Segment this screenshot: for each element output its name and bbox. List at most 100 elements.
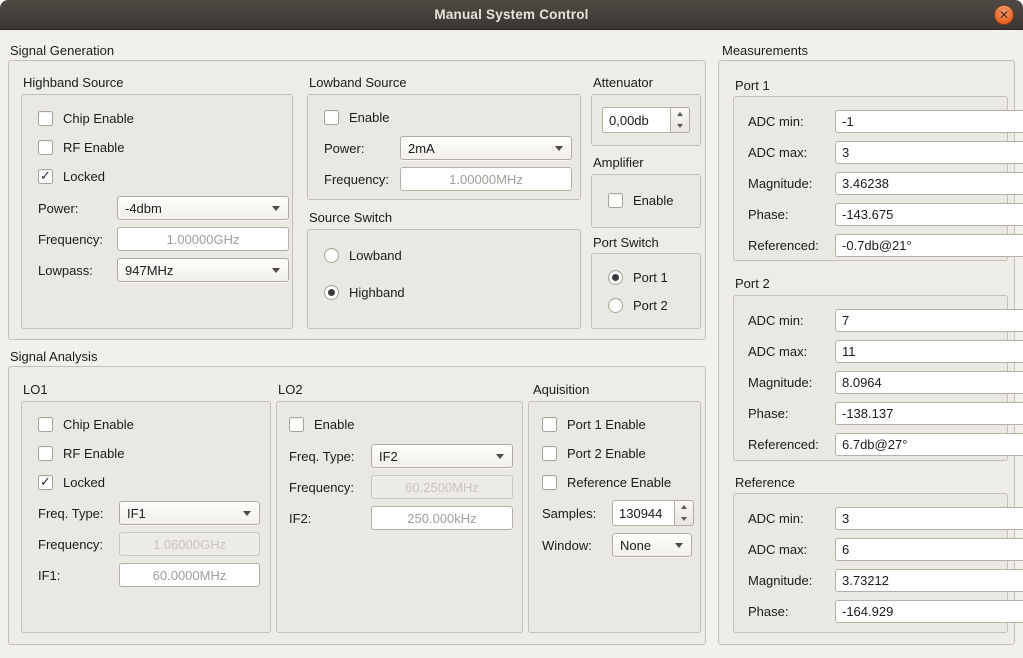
lo1-chip-enable-label: Chip Enable [63, 417, 134, 432]
attenuator-title: Attenuator [593, 74, 653, 91]
lo1-locked-checkbox[interactable] [38, 475, 53, 490]
meas-port1-title: Port 1 [735, 77, 770, 94]
lo2-freq-type-label: Freq. Type: [289, 449, 371, 464]
port-switch-port2-label: Port 2 [633, 298, 668, 313]
aquisition-port1-enable-checkbox[interactable] [542, 417, 557, 432]
reference-phase-input[interactable] [835, 600, 1023, 623]
lo2-enable-checkbox[interactable] [289, 417, 304, 432]
phase-label: Phase: [748, 604, 835, 619]
source-switch-highband-radio[interactable] [324, 285, 339, 300]
lowband-enable-label: Enable [349, 110, 389, 125]
spin-down-icon[interactable] [675, 513, 693, 525]
highband-lowpass-select[interactable]: 947MHz [117, 258, 289, 282]
lowband-power-label: Power: [324, 141, 400, 156]
lo1-freq-type-label: Freq. Type: [38, 506, 119, 521]
chevron-down-icon [243, 511, 251, 516]
samples-input[interactable] [612, 500, 675, 526]
aquisition-reference-enable-label: Reference Enable [567, 475, 671, 490]
highband-power-select[interactable]: -4dbm [117, 196, 289, 220]
lowband-enable-checkbox[interactable] [324, 110, 339, 125]
reference-magnitude-input[interactable] [835, 569, 1023, 592]
port2-adc-min-input[interactable] [835, 309, 1023, 332]
port-switch-port1-radio[interactable] [608, 270, 623, 285]
port2-phase-input[interactable] [835, 402, 1023, 425]
highband-source-group: Chip Enable RF Enable Locked Power: -4db… [21, 94, 293, 329]
window-select[interactable]: None [612, 533, 692, 557]
title-bar[interactable]: Manual System Control ✕ [0, 0, 1023, 30]
signal-generation-group: Highband Source Chip Enable RF Enable Lo… [8, 60, 706, 340]
lo1-locked-label: Locked [63, 475, 105, 490]
lo2-enable-label: Enable [314, 417, 354, 432]
attenuator-input[interactable] [602, 107, 671, 133]
source-switch-group: Lowband Highband [307, 229, 581, 329]
lo2-group: Enable Freq. Type: IF2 Frequency: IF2: [276, 401, 523, 633]
meas-reference-group: ADC min: ADC max: Magnitude: Phase: [733, 493, 1008, 633]
amplifier-enable-checkbox[interactable] [608, 193, 623, 208]
chevron-down-icon [496, 454, 504, 459]
lowband-power-select[interactable]: 2mA [400, 136, 572, 160]
port1-referenced-input[interactable] [835, 234, 1023, 257]
highband-chip-enable-checkbox[interactable] [38, 111, 53, 126]
highband-frequency-input[interactable] [117, 227, 289, 251]
aquisition-reference-enable-checkbox[interactable] [542, 475, 557, 490]
lo1-if1-input[interactable] [119, 563, 260, 587]
spin-up-icon[interactable] [671, 108, 689, 120]
spin-up-icon[interactable] [675, 501, 693, 513]
close-button[interactable]: ✕ [994, 5, 1014, 25]
source-switch-highband-label: Highband [349, 285, 405, 300]
aquisition-title: Aquisition [533, 381, 589, 398]
adc-min-label: ADC min: [748, 511, 835, 526]
magnitude-label: Magnitude: [748, 375, 835, 390]
meas-reference-title: Reference [735, 474, 795, 491]
measurements-title: Measurements [722, 42, 808, 59]
lo2-freq-type-select[interactable]: IF2 [371, 444, 513, 468]
lo1-group: Chip Enable RF Enable Locked Freq. Type:… [21, 401, 271, 633]
port-switch-group: Port 1 Port 2 [591, 253, 701, 329]
aquisition-port2-enable-checkbox[interactable] [542, 446, 557, 461]
reference-adc-min-input[interactable] [835, 507, 1023, 530]
highband-frequency-label: Frequency: [38, 232, 117, 247]
lo1-frequency-label: Frequency: [38, 537, 119, 552]
referenced-label: Referenced: [748, 238, 835, 253]
lowband-source-title: Lowband Source [309, 74, 407, 91]
window-title: Manual System Control [434, 7, 588, 22]
port1-phase-input[interactable] [835, 203, 1023, 226]
port2-referenced-input[interactable] [835, 433, 1023, 456]
lo1-rf-enable-label: RF Enable [63, 446, 124, 461]
lo2-if2-label: IF2: [289, 511, 371, 526]
chevron-down-icon [675, 543, 683, 548]
spin-down-icon[interactable] [671, 120, 689, 132]
highband-lowpass-label: Lowpass: [38, 263, 117, 278]
adc-max-label: ADC max: [748, 542, 835, 557]
highband-power-label: Power: [38, 201, 117, 216]
lo1-chip-enable-checkbox[interactable] [38, 417, 53, 432]
source-switch-lowband-radio[interactable] [324, 248, 339, 263]
port1-magnitude-input[interactable] [835, 172, 1023, 195]
port2-magnitude-input[interactable] [835, 371, 1023, 394]
highband-chip-enable-label: Chip Enable [63, 111, 134, 126]
port1-adc-max-input[interactable] [835, 141, 1023, 164]
amplifier-group: Enable [591, 174, 701, 228]
port1-adc-min-input[interactable] [835, 110, 1023, 133]
lo1-rf-enable-checkbox[interactable] [38, 446, 53, 461]
port-switch-port2-radio[interactable] [608, 298, 623, 313]
aquisition-group: Port 1 Enable Port 2 Enable Reference En… [528, 401, 701, 633]
lo2-if2-input[interactable] [371, 506, 513, 530]
aquisition-window-label: Window: [542, 538, 612, 553]
lo1-freq-type-select[interactable]: IF1 [119, 501, 260, 525]
port2-adc-max-input[interactable] [835, 340, 1023, 363]
lowband-frequency-input[interactable] [400, 167, 572, 191]
highband-locked-label: Locked [63, 169, 105, 184]
reference-adc-max-input[interactable] [835, 538, 1023, 561]
highband-rf-enable-checkbox[interactable] [38, 140, 53, 155]
measurements-group: Port 1 ADC min: ADC max: Magnitude: Phas… [718, 60, 1015, 645]
source-switch-lowband-label: Lowband [349, 248, 402, 263]
highband-source-title: Highband Source [23, 74, 123, 91]
highband-locked-checkbox[interactable] [38, 169, 53, 184]
lo1-frequency-input[interactable] [119, 532, 260, 556]
amplifier-enable-label: Enable [633, 193, 673, 208]
highband-rf-enable-label: RF Enable [63, 140, 124, 155]
lo2-frequency-input[interactable] [371, 475, 513, 499]
samples-spinbox [612, 500, 694, 526]
chevron-down-icon [272, 206, 280, 211]
